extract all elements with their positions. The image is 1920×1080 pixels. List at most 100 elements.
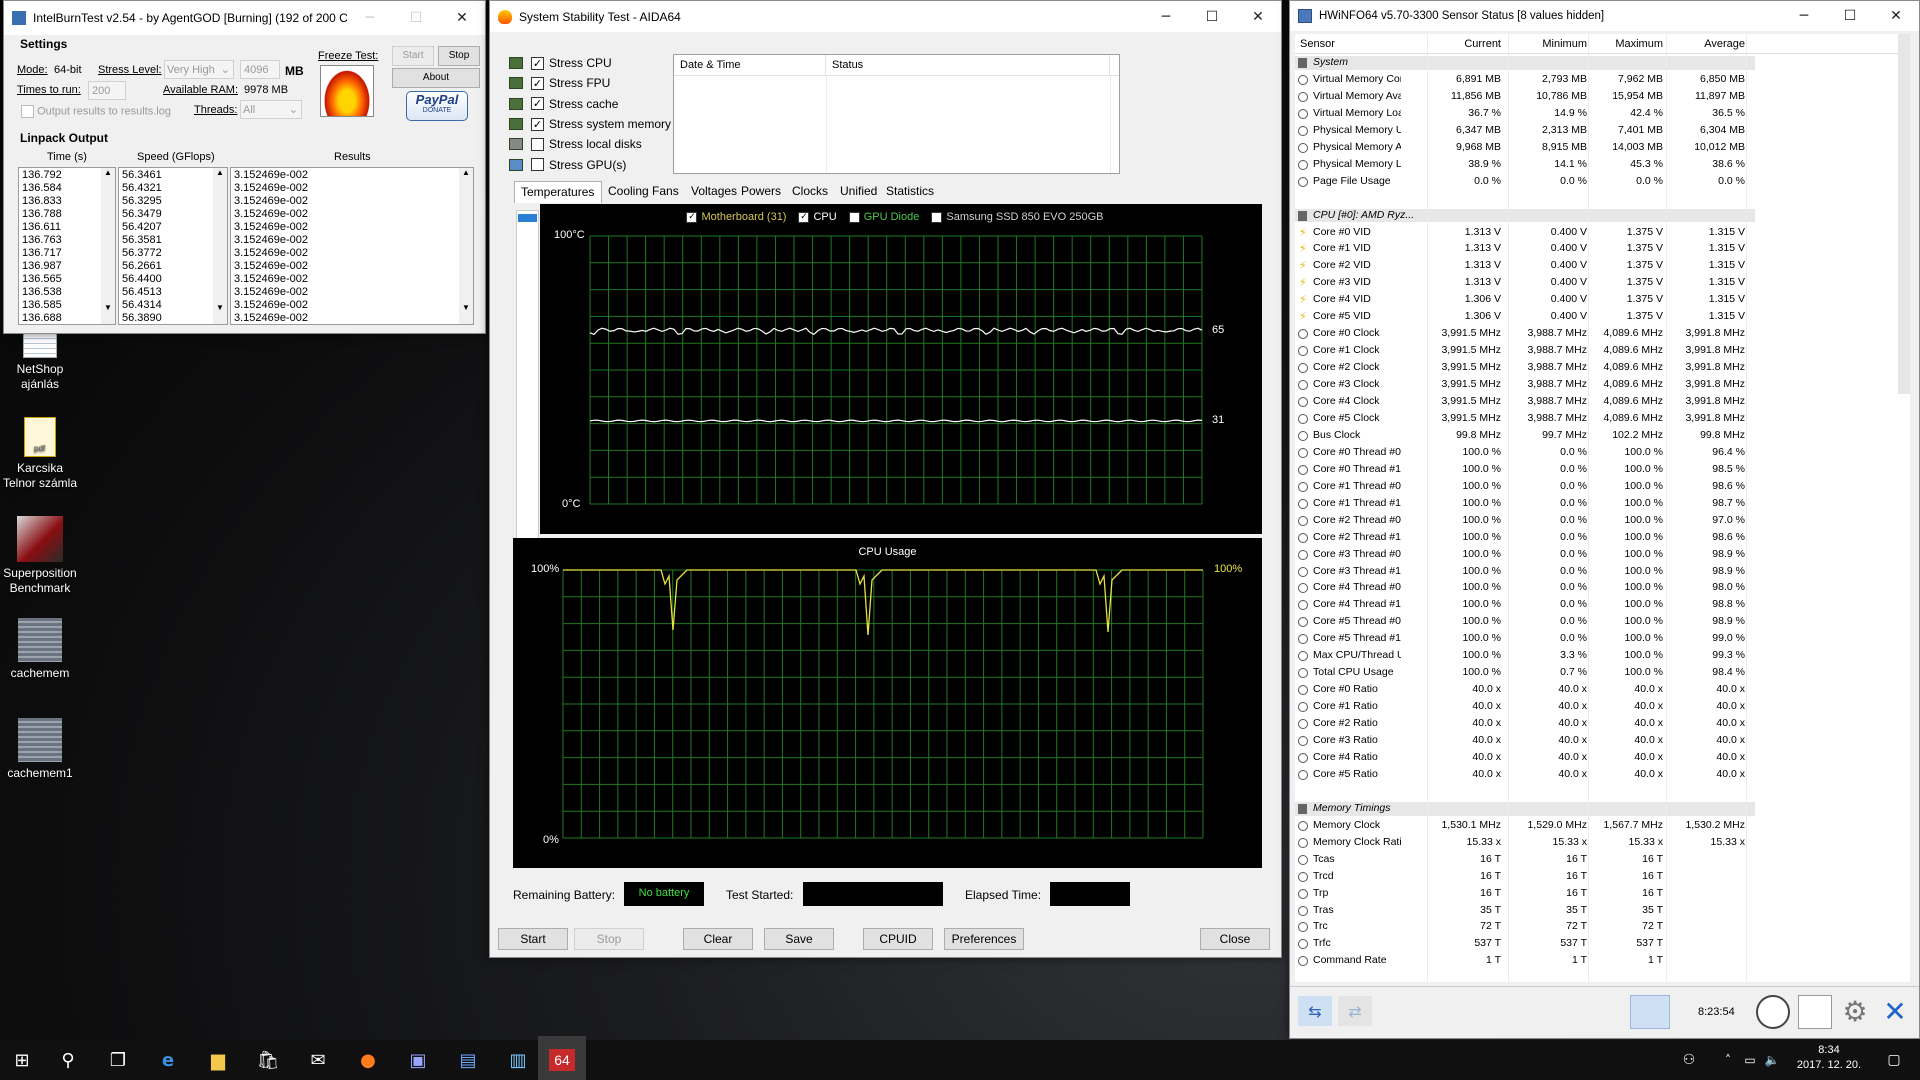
expand-arrows-icon[interactable]: ⇆ xyxy=(1298,996,1332,1026)
scrollbar[interactable]: ▲ ▼ xyxy=(101,168,115,324)
store-icon[interactable]: 🛍 xyxy=(248,1036,288,1080)
mail-icon[interactable]: ✉ xyxy=(298,1036,338,1080)
memory-size-input[interactable]: 4096 xyxy=(240,60,280,79)
about-button[interactable]: About xyxy=(392,68,480,88)
desktop-icon-superposition[interactable]: Superposition Benchmark xyxy=(0,516,80,596)
results-list[interactable]: 3.152469e-002 3.152469e-002 3.152469e-002 3… xyxy=(230,167,474,325)
intelburntest-taskbar-icon[interactable]: ▣ xyxy=(398,1036,438,1080)
scrollbar[interactable]: ▲ ▼ xyxy=(459,168,473,324)
sensor-row[interactable]: Core #3 Thread #1... 100.0 % 0.0 % 100.0 % 9… xyxy=(1295,565,1745,579)
desktop-icon-cachemem[interactable]: cachemem xyxy=(0,618,80,681)
gear-icon[interactable]: ⚙ xyxy=(1838,995,1872,1029)
hwinfo-taskbar-icon[interactable]: ▤ xyxy=(448,1036,488,1080)
stress-option[interactable]: Stress local disks xyxy=(509,134,679,154)
checkbox[interactable]: ✓ xyxy=(798,211,810,223)
clear-button[interactable]: Clear xyxy=(683,928,753,950)
sensor-row[interactable]: Core #5 Thread #0... 100.0 % 0.0 % 100.0 % 9… xyxy=(1295,615,1745,629)
sensor-row[interactable]: Core #4 Thread #0... 100.0 % 0.0 % 100.0 % 9… xyxy=(1295,581,1745,595)
speed-list[interactable]: 56.3461 56.4321 56.3295 56.3479 56.4207 56.35… xyxy=(118,167,228,325)
times-to-run-input[interactable]: 200 xyxy=(88,81,126,100)
title-bar[interactable]: IntelBurnTest v2.54 - by AgentGOD [Burni… xyxy=(4,1,485,35)
sensor-row[interactable]: Trc 72 T 72 T 72 T xyxy=(1295,920,1665,934)
clock-icon[interactable] xyxy=(1756,995,1790,1029)
stress-option[interactable]: ✓ Stress system memory xyxy=(509,114,679,134)
stress-option[interactable]: ✓ Stress cache xyxy=(509,94,679,114)
sensor-row[interactable]: ⚡ Core #2 VID 1.313 V 0.400 V 1.375 V 1.315 V xyxy=(1295,259,1745,273)
log-table[interactable]: Date & Time Status xyxy=(673,54,1120,174)
network-tray-icon[interactable]: ▭ xyxy=(1740,1036,1760,1080)
close-dialog-button[interactable]: Close xyxy=(1200,928,1270,950)
desktop-icon-karcsika[interactable]: pdf Karcsika Telnor számla xyxy=(0,417,80,491)
sensor-group-row[interactable]: Memory Timings xyxy=(1295,801,1755,816)
checkbox[interactable] xyxy=(848,211,860,223)
close-button[interactable]: ✕ xyxy=(1235,9,1281,25)
sensor-table[interactable]: Sensor Current Minimum Maximum Average S… xyxy=(1295,34,1910,982)
sensor-row[interactable]: Core #4 Ratio 40.0 x 40.0 x 40.0 x 40.0 x xyxy=(1295,751,1745,765)
aida64-badge[interactable]: 64 xyxy=(538,1036,586,1080)
checkbox[interactable] xyxy=(931,211,943,223)
legend-item[interactable]: Samsung SSD 850 EVO 250GB xyxy=(931,211,1104,223)
tab-cooling-fans[interactable]: Cooling Fans xyxy=(602,181,685,201)
sensor-row[interactable]: Trfc 537 T 537 T 537 T xyxy=(1295,937,1665,951)
tab-unified[interactable]: Unified xyxy=(834,181,880,201)
task-view-icon[interactable]: ❐ xyxy=(98,1036,138,1080)
checkbox[interactable] xyxy=(21,105,34,118)
stop-button[interactable]: Stop xyxy=(438,46,480,66)
checkbox[interactable]: ✓ xyxy=(686,211,698,223)
cpuid-button[interactable]: CPUID xyxy=(863,928,933,950)
sensor-row[interactable]: Core #3 Clock 3,991.5 MHz 3,988.7 MHz 4,089… xyxy=(1295,378,1745,392)
sensor-group-row[interactable]: System xyxy=(1295,56,1755,70)
sensor-row[interactable]: Core #1 Thread #0... 100.0 % 0.0 % 100.0 % 9… xyxy=(1295,480,1745,494)
sensor-row[interactable]: Total CPU Usage 100.0 % 0.7 % 100.0 % 98.4 % xyxy=(1295,666,1745,680)
maximize-button[interactable]: ☐ xyxy=(393,10,439,26)
sensor-row[interactable]: Tcas 16 T 16 T 16 T xyxy=(1295,853,1665,867)
sensor-row[interactable]: Core #0 Clock 3,991.5 MHz 3,988.7 MHz 4,089… xyxy=(1295,327,1745,341)
sensor-row[interactable]: Core #4 Thread #1... 100.0 % 0.0 % 100.0 % 9… xyxy=(1295,598,1745,612)
legend-item[interactable]: ✓ Motherboard (31) xyxy=(686,211,786,223)
legend-item[interactable]: ✓ CPU xyxy=(798,211,837,223)
checkbox[interactable]: ✓ xyxy=(531,117,544,131)
sensor-row[interactable]: Trcd 16 T 16 T 16 T xyxy=(1295,870,1665,884)
sensor-row[interactable]: Physical Memory Load 38.9 % 14.1 % 45.3 % 38… xyxy=(1295,158,1745,172)
report-icon[interactable] xyxy=(1798,995,1832,1029)
sensor-row[interactable]: Core #5 Ratio 40.0 x 40.0 x 40.0 x 40.0 x xyxy=(1295,768,1745,782)
sensor-row[interactable]: Core #0 Thread #1... 100.0 % 0.0 % 100.0 % 9… xyxy=(1295,463,1745,477)
tab-powers[interactable]: Powers xyxy=(735,181,786,201)
close-button[interactable]: ✕ xyxy=(439,10,485,26)
file-explorer-icon[interactable]: ▆ xyxy=(198,1036,238,1080)
sensor-row[interactable]: Core #3 Ratio 40.0 x 40.0 x 40.0 x 40.0 x xyxy=(1295,734,1745,748)
sensor-row[interactable]: Core #0 Ratio 40.0 x 40.0 x 40.0 x 40.0 x xyxy=(1295,683,1745,697)
sensor-row[interactable]: Core #3 Thread #0... 100.0 % 0.0 % 100.0 % 9… xyxy=(1295,548,1745,562)
minimize-button[interactable]: ─ xyxy=(1143,9,1189,25)
sensor-row[interactable]: Core #2 Ratio 40.0 x 40.0 x 40.0 x 40.0 x xyxy=(1295,717,1745,731)
sensor-row[interactable]: Tras 35 T 35 T 35 T xyxy=(1295,904,1665,918)
sensor-row[interactable]: Page File Usage 0.0 % 0.0 % 0.0 % 0.0 % xyxy=(1295,175,1745,189)
close-icon[interactable]: ✕ xyxy=(1878,995,1912,1029)
graph-scroll-indicator[interactable] xyxy=(516,210,539,555)
sensor-group-row[interactable]: CPU [#0]: AMD Ryz... xyxy=(1295,208,1755,223)
scrollbar[interactable]: ▲ ▼ xyxy=(213,168,227,324)
sensor-row[interactable]: ⚡ Core #4 VID 1.306 V 0.400 V 1.375 V 1.315 V xyxy=(1295,293,1745,307)
system-clock[interactable]: 8:34 2017. 12. 20. xyxy=(1784,1043,1874,1073)
checkbox[interactable] xyxy=(531,137,544,151)
checkbox[interactable]: ✓ xyxy=(531,76,544,90)
start-button[interactable]: Start xyxy=(498,928,568,950)
sensor-row[interactable]: Core #2 Clock 3,991.5 MHz 3,988.7 MHz 4,089… xyxy=(1295,361,1745,375)
sensor-row[interactable]: Core #2 Thread #0... 100.0 % 0.0 % 100.0 % 9… xyxy=(1295,514,1745,528)
output-log-checkbox[interactable]: Output results to results.log xyxy=(21,105,171,118)
sensor-row[interactable]: ⚡ Core #0 VID 1.313 V 0.400 V 1.375 V 1.315 V xyxy=(1295,226,1745,240)
threads-select[interactable]: All ⌄ xyxy=(240,100,302,119)
sensor-row[interactable]: Core #0 Thread #0... 100.0 % 0.0 % 100.0 % 9… xyxy=(1295,446,1745,460)
stress-option[interactable]: Stress GPU(s) xyxy=(509,154,679,174)
sensor-row[interactable]: Physical Memory Used 6,347 MB 2,313 MB 7,40… xyxy=(1295,124,1745,138)
sensor-row[interactable]: Memory Clock Ratio 15.33 x 15.33 x 15.33 x 1… xyxy=(1295,836,1745,850)
aida64-taskbar-icon[interactable]: ▥ xyxy=(498,1036,538,1080)
sensor-row[interactable]: Core #1 Ratio 40.0 x 40.0 x 40.0 x 40.0 x xyxy=(1295,700,1745,714)
maximize-button[interactable]: ☐ xyxy=(1189,9,1235,25)
firefox-icon[interactable]: ● xyxy=(348,1036,388,1080)
sensor-row[interactable]: Core #1 Clock 3,991.5 MHz 3,988.7 MHz 4,089… xyxy=(1295,344,1745,358)
close-button[interactable]: ✕ xyxy=(1873,8,1919,24)
checkbox[interactable]: ✓ xyxy=(531,56,544,70)
people-icon[interactable]: ⚇ xyxy=(1677,1036,1701,1080)
minimize-button[interactable]: ─ xyxy=(1781,8,1827,24)
